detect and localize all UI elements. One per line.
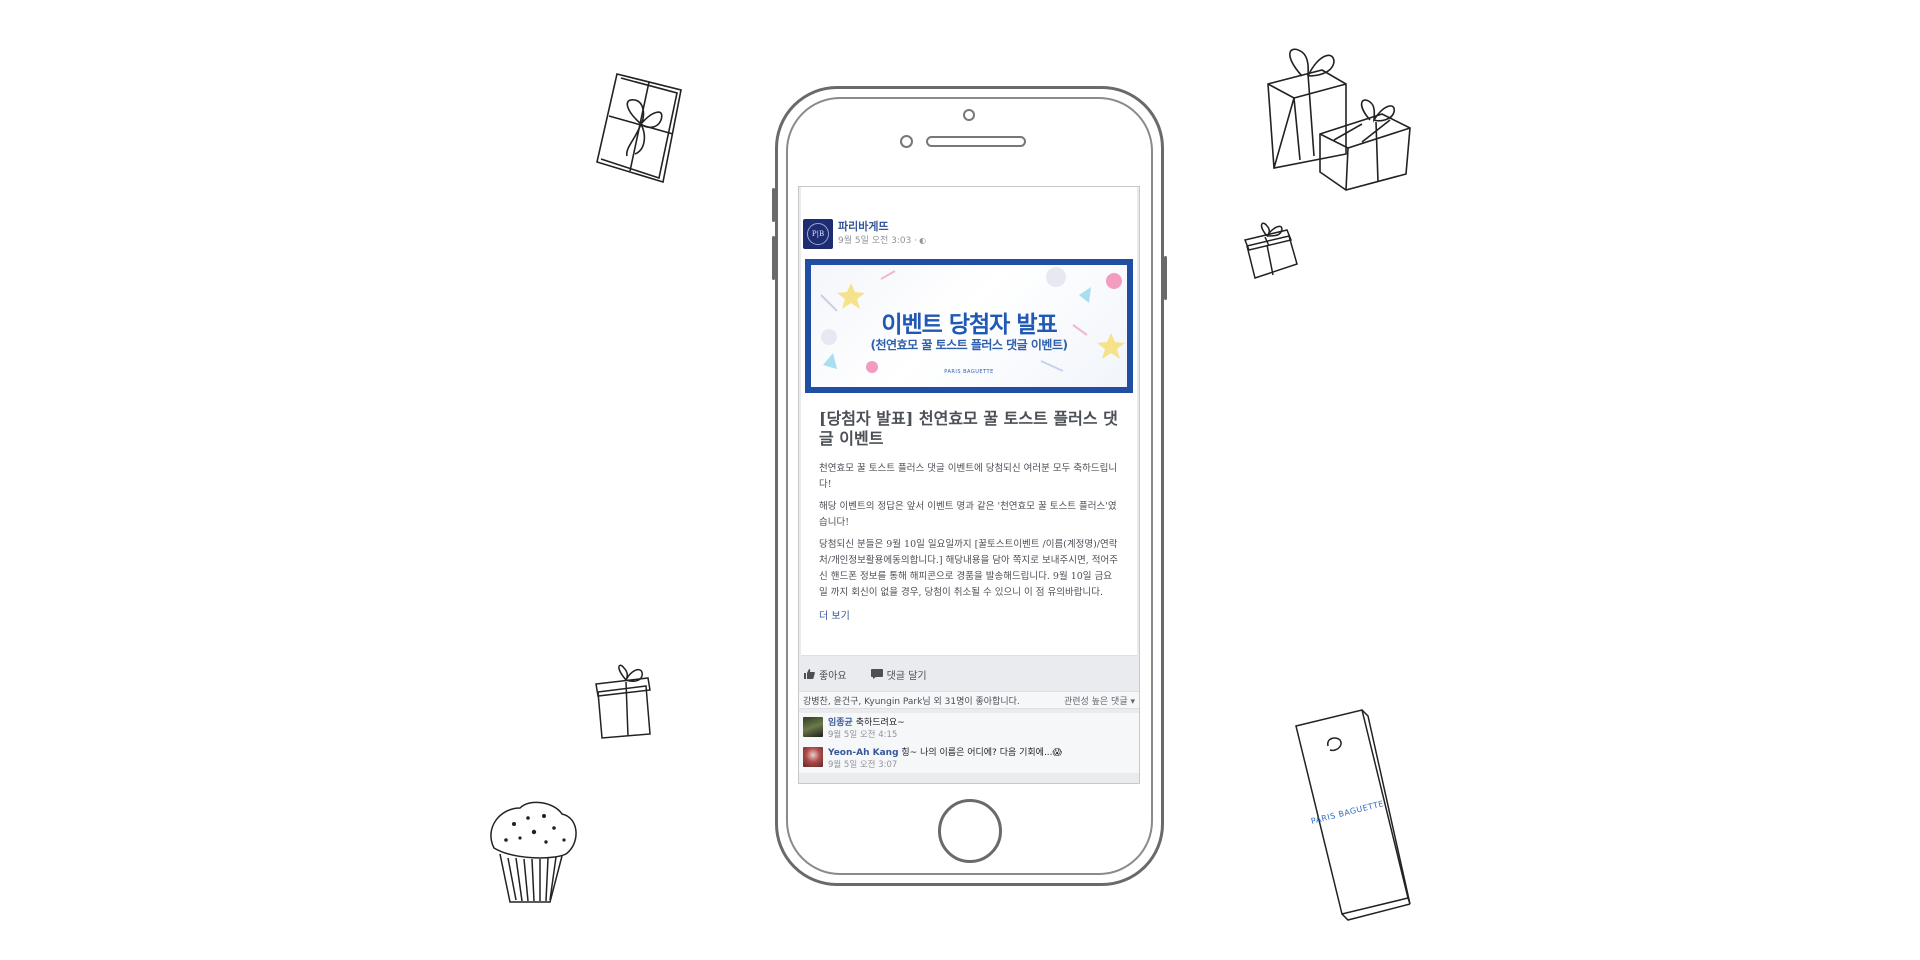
- comment-button[interactable]: 댓글 달기: [870, 667, 927, 682]
- article-paragraph: 해당 이벤트의 정답은 앞서 이벤트 명과 같은 '천연효모 꿀 토스트 플러스…: [819, 501, 1117, 528]
- article-paragraph: 당첨되신 분들은 9월 10일 일요일까지 [꿀토스트이벤트 /이름(계정명)/…: [819, 539, 1118, 598]
- article-title[interactable]: [당첨자 발표] 천연효모 꿀 토스트 플러스 댓글 이벤트: [819, 409, 1119, 449]
- stacked-gifts-doodle-top-right: [1262, 44, 1422, 194]
- phone-power-button: [1164, 256, 1167, 300]
- thumbs-up-icon: [804, 669, 815, 679]
- comment-timestamp[interactable]: 9월 5일 오전 4:15: [828, 729, 905, 741]
- likes-summary-text[interactable]: 강병찬, 윤건구, Kyungin Park님 외 31명이 좋아합니다.: [803, 694, 1020, 707]
- globe-icon: ◐: [919, 236, 927, 245]
- likes-summary-bar: 강병찬, 윤건구, Kyungin Park님 외 31명이 좋아합니다. 관련…: [799, 691, 1139, 709]
- comments-list: 임종균 축하드려요~ 9월 5일 오전 4:15 Yeon-Ah Kang 힝~…: [799, 713, 1139, 773]
- comment-timestamp[interactable]: 9월 5일 오전 3:07: [828, 759, 1062, 771]
- page-avatar[interactable]: P|B: [803, 219, 833, 249]
- post-action-bar: 좋아요 댓글 달기: [799, 664, 1139, 684]
- commenter-avatar[interactable]: [803, 747, 823, 767]
- small-gift-doodle-left: [594, 664, 654, 739]
- note-article: [당첨자 발표] 천연효모 꿀 토스트 플러스 댓글 이벤트 천연효모 꿀 토스…: [819, 409, 1119, 622]
- like-button[interactable]: 좋아요: [803, 667, 847, 682]
- banner-inner: 이벤트 당첨자 발표 (천연효모 꿀 토스트 플러스 댓글 이벤트) PARIS…: [811, 265, 1127, 387]
- article-paragraph: 천연효모 꿀 토스트 플러스 댓글 이벤트에 당첨되신 여러분 모두 축하드립니…: [819, 463, 1118, 490]
- comment-item: 임종균 축하드려요~ 9월 5일 오전 4:15: [799, 713, 1139, 743]
- page-name-link[interactable]: 파리바게뜨: [838, 220, 926, 234]
- facebook-post: P|B 파리바게뜨 9월 5일 오전 3:03 · ◐ 이벤트 당첨자 발표 (…: [801, 187, 1137, 656]
- earpiece-speaker: [926, 136, 1026, 147]
- comment-text: 축하드려요~: [855, 718, 905, 728]
- gift-box-doodle-top-left: [595, 70, 685, 185]
- commenter-avatar[interactable]: [803, 717, 823, 737]
- commenter-name[interactable]: 임종균: [828, 718, 853, 728]
- comment-bubble-icon: [870, 669, 883, 679]
- small-gift-doodle-right: [1243, 220, 1301, 282]
- like-button-label: 좋아요: [819, 670, 847, 682]
- banner-title: 이벤트 당첨자 발표: [881, 312, 1057, 338]
- home-button[interactable]: [938, 799, 1002, 863]
- comment-sort-dropdown[interactable]: 관련성 높은 댓글 ▾: [1064, 694, 1135, 707]
- comment-body: 임종균 축하드려요~ 9월 5일 오전 4:15: [828, 717, 905, 741]
- phone-screen: P|B 파리바게뜨 9월 5일 오전 3:03 · ◐ 이벤트 당첨자 발표 (…: [798, 186, 1140, 784]
- post-timestamp[interactable]: 9월 5일 오전 3:03 · ◐: [838, 234, 926, 248]
- comment-body: Yeon-Ah Kang 힝~ 나의 이름은 어디에? 다음 기회에...😱 9…: [828, 747, 1062, 771]
- front-camera: [963, 109, 975, 121]
- post-header: P|B 파리바게뜨 9월 5일 오전 3:03 · ◐: [803, 219, 926, 249]
- paper-bag-doodle: PARIS BAGUETTE: [1292, 708, 1412, 928]
- banner-brand-logo: PARIS BAGUETTE: [944, 369, 994, 375]
- commenter-name[interactable]: Yeon-Ah Kang: [828, 748, 899, 758]
- comment-item: Yeon-Ah Kang 힝~ 나의 이름은 어디에? 다음 기회에...😱 9…: [799, 743, 1139, 773]
- page-logo: P|B: [807, 223, 829, 245]
- comment-button-label: 댓글 달기: [886, 670, 927, 682]
- proximity-sensor: [900, 135, 913, 148]
- comment-text: 힝~ 나의 이름은 어디에? 다음 기회에...😱: [901, 748, 1062, 758]
- post-meta: 파리바게뜨 9월 5일 오전 3:03 · ◐: [838, 220, 926, 249]
- see-more-link[interactable]: 더 보기: [819, 607, 1119, 622]
- event-banner-image[interactable]: 이벤트 당첨자 발표 (천연효모 꿀 토스트 플러스 댓글 이벤트) PARIS…: [805, 259, 1133, 393]
- post-timestamp-text: 9월 5일 오전 3:03 ·: [838, 236, 918, 246]
- banner-subtitle: (천연효모 꿀 토스트 플러스 댓글 이벤트): [870, 338, 1069, 352]
- muffin-doodle: [484, 798, 584, 908]
